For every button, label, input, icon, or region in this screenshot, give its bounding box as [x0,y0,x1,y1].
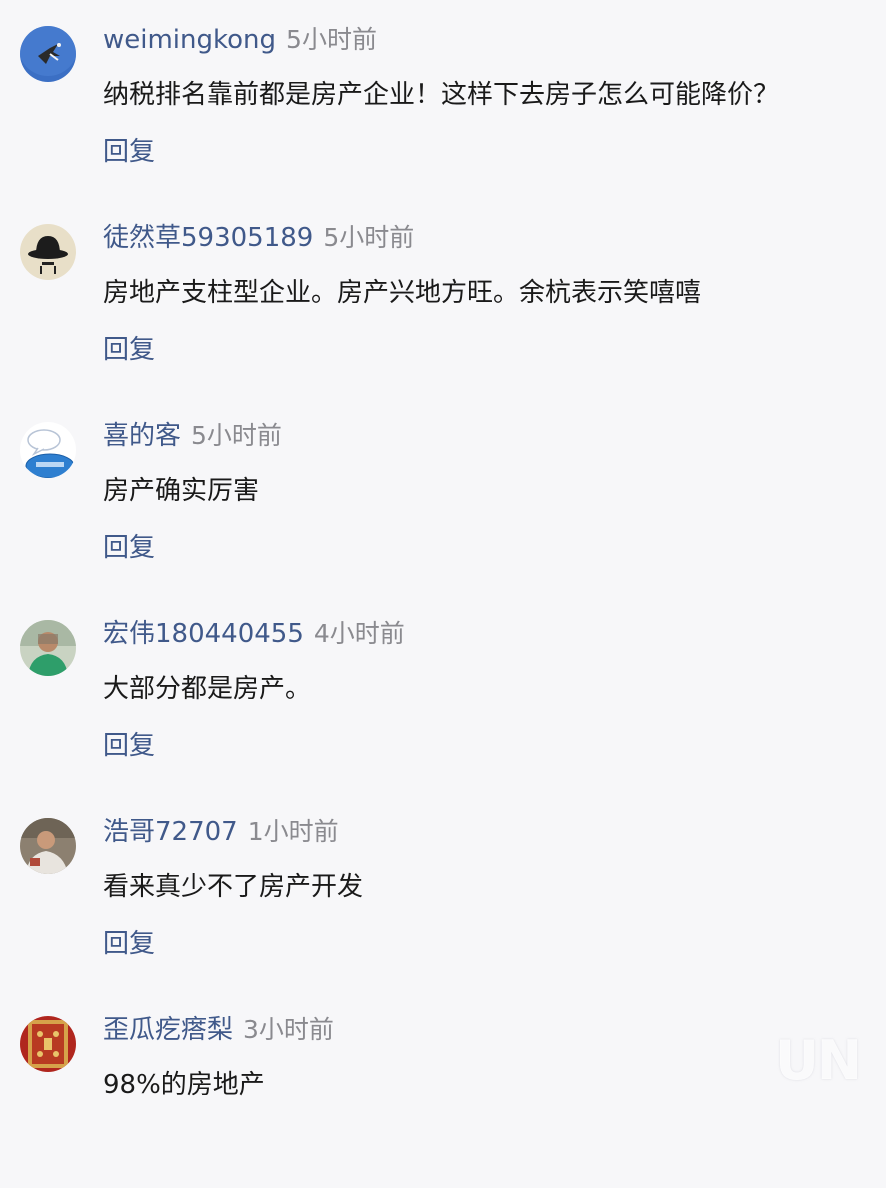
reply-button[interactable]: 回复 [103,726,155,766]
comment-item: 徒然草59305189 5小时前 房地产支柱型企业。房产兴地方旺。余杭表示笑嘻嘻 … [0,198,886,396]
avatar[interactable] [20,1016,76,1072]
avatar[interactable] [20,620,76,676]
bowler-hat-avatar-icon [20,224,76,280]
username[interactable]: 徒然草59305189 [103,223,313,253]
username[interactable]: 歪瓜疙瘩梨 [103,1015,233,1045]
username[interactable]: 喜的客 [103,421,181,451]
comment-item: weimingkong 5小时前 纳税排名靠前都是房产企业！这样下去房子怎么可能降… [0,0,886,198]
speech-bubble-globe-avatar-icon [20,422,76,478]
comment-text: 98%的房地产 [103,1070,265,1100]
watermark: UN [774,1029,862,1092]
comment-text: 看来真少不了房产开发 [103,872,364,902]
comment-text: 房产确实厉害 [103,476,260,506]
avatar[interactable] [20,26,76,82]
reply-button[interactable]: 回复 [103,924,155,964]
person-green-shirt-avatar-icon [20,620,76,676]
person-photo-avatar-icon [20,818,76,874]
comment-text: 房地产支柱型企业。房产兴地方旺。余杭表示笑嘻嘻 [103,278,702,308]
comment-item: 宏伟180440455 4小时前 大部分都是房产。 回复 [0,594,886,792]
username[interactable]: 浩哥72707 [103,817,238,847]
timestamp: 5小时前 [286,25,377,54]
timestamp: 5小时前 [191,421,282,450]
timestamp: 3小时前 [243,1015,334,1044]
reply-button[interactable]: 回复 [103,330,155,370]
timestamp: 1小时前 [247,817,339,846]
avatar[interactable] [20,224,76,280]
comment-text: 纳税排名靠前都是房产企业！这样下去房子怎么可能降价？ [103,80,780,110]
comment-text: 大部分都是房产。 [103,674,312,704]
timestamp: 4小时前 [313,619,405,648]
reply-button[interactable]: 回复 [103,132,155,172]
red-gold-pattern-avatar-icon [20,1016,76,1072]
comment-item: 浩哥72707 1小时前 看来真少不了房产开发 回复 [0,792,886,990]
timestamp: 5小时前 [323,223,415,252]
username[interactable]: weimingkong [103,25,276,55]
bird-avatar-icon [20,26,76,82]
comment-item: 喜的客 5小时前 房产确实厉害 回复 [0,396,886,594]
username[interactable]: 宏伟180440455 [103,619,304,649]
avatar[interactable] [20,818,76,874]
comment-item: 歪瓜疙瘩梨 3小时前 98%的房地产 [0,990,886,1188]
reply-button[interactable]: 回复 [103,528,155,568]
avatar[interactable] [20,422,76,478]
